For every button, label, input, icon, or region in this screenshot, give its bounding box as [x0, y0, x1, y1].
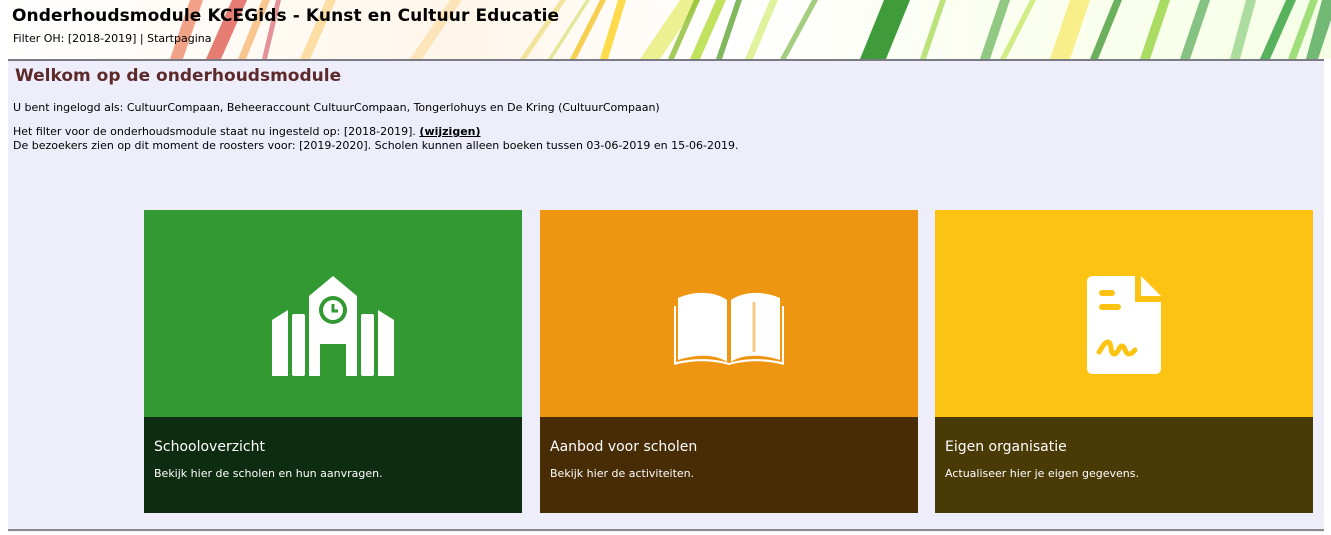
school-icon [272, 276, 394, 376]
footer-divider [8, 529, 1324, 531]
tile-title: Schooloverzicht [154, 439, 265, 455]
tile-subtitle: Bekijk hier de scholen en hun aanvragen. [154, 467, 383, 480]
breadcrumb-link-startpage[interactable]: Startpagina [147, 32, 211, 45]
open-book-icon [674, 292, 784, 365]
signed-document-icon [1087, 276, 1161, 374]
tile-subtitle: Actualiseer hier je eigen gegevens. [945, 467, 1139, 480]
tile-schooloverzicht[interactable]: Schooloverzicht Bekijk hier de scholen e… [144, 210, 522, 513]
filter-info-text: Het filter voor de onderhoudsmodule staa… [13, 125, 416, 138]
tile-footer: Eigen organisatie Actualiseer hier je ei… [935, 417, 1313, 513]
tile-footer: Schooloverzicht Bekijk hier de scholen e… [144, 417, 522, 513]
tile-footer: Aanbod voor scholen Bekijk hier de activ… [540, 417, 918, 513]
tile-title: Aanbod voor scholen [550, 439, 698, 455]
tile-title: Eigen organisatie [945, 439, 1067, 455]
header-banner: Onderhoudsmodule KCEGids - Kunst en Cult… [0, 0, 1331, 59]
logged-in-text: U bent ingelogd als: CultuurCompaan, Beh… [13, 101, 660, 114]
breadcrumb: Filter OH: [2018-2019] | Startpagina [13, 32, 211, 45]
page-title: Welkom op de onderhoudsmodule [15, 66, 342, 86]
breadcrumb-separator: | [136, 32, 148, 45]
change-filter-link[interactable]: (wijzigen) [419, 125, 480, 138]
tile-eigen-organisatie[interactable]: Eigen organisatie Actualiseer hier je ei… [935, 210, 1313, 513]
visitors-info-text: De bezoekers zien op dit moment de roost… [13, 139, 739, 152]
app-title: Onderhoudsmodule KCEGids - Kunst en Cult… [12, 6, 560, 26]
tile-aanbod-voor-scholen[interactable]: Aanbod voor scholen Bekijk hier de activ… [540, 210, 918, 513]
tile-subtitle: Bekijk hier de activiteiten. [550, 467, 695, 480]
filter-label: Filter OH: [2018-2019] [13, 32, 137, 45]
filter-info: Het filter voor de onderhoudsmodule staa… [13, 125, 481, 138]
